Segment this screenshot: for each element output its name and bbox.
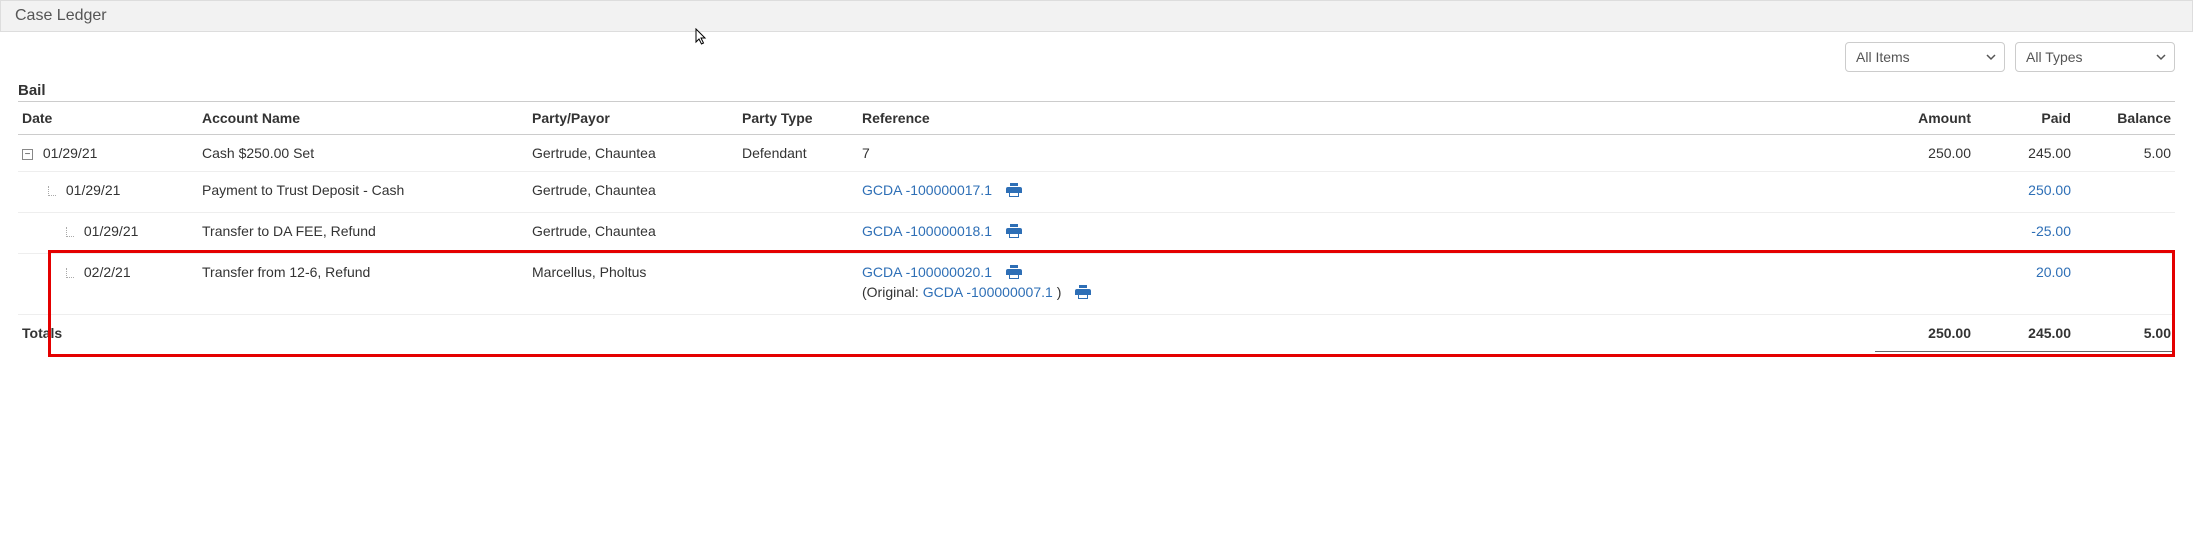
col-balance: Balance: [2075, 102, 2175, 135]
table-row: 01/29/21 Payment to Trust Deposit - Cash…: [18, 172, 2175, 213]
cell-party: Gertrude, Chauntea: [528, 213, 738, 254]
original-label: (Original:: [862, 284, 919, 300]
col-date: Date: [18, 102, 198, 135]
totals-row: Totals 250.00 245.00 5.00: [18, 315, 2175, 354]
cell-date: 01/29/21: [66, 182, 121, 198]
col-paid: Paid: [1975, 102, 2075, 135]
cell-account: Transfer from 12-6, Refund: [198, 254, 528, 315]
table-header-row: Date Account Name Party/Payor Party Type…: [18, 102, 2175, 135]
table-row: 02/2/21 Transfer from 12-6, Refund Marce…: [18, 254, 2175, 315]
cell-party: Gertrude, Chauntea: [528, 172, 738, 213]
cell-reference: 7: [858, 135, 1875, 172]
reference-link[interactable]: GCDA -100000017.1: [862, 182, 992, 198]
reference-link[interactable]: GCDA -100000020.1: [862, 264, 992, 280]
print-icon[interactable]: [1006, 265, 1022, 279]
col-amount: Amount: [1875, 102, 1975, 135]
cell-date: 01/29/21: [43, 145, 98, 161]
totals-balance: 5.00: [2075, 315, 2175, 354]
collapse-toggle[interactable]: −: [22, 149, 33, 160]
cell-account: Transfer to DA FEE, Refund: [198, 213, 528, 254]
reference-link[interactable]: GCDA -100000018.1: [862, 223, 992, 239]
cell-date: 01/29/21: [84, 223, 139, 239]
cell-account: Cash $250.00 Set: [198, 135, 528, 172]
page-title: Case Ledger: [15, 7, 107, 24]
paid-link[interactable]: -25.00: [2031, 223, 2071, 239]
filter-items-select[interactable]: All Items: [1845, 42, 2005, 72]
paid-link[interactable]: 20.00: [2036, 264, 2071, 280]
col-account: Account Name: [198, 102, 528, 135]
section-title: Bail: [18, 82, 2175, 99]
totals-amount: 250.00: [1875, 315, 1975, 354]
print-icon[interactable]: [1006, 183, 1022, 197]
totals-paid: 245.00: [1975, 315, 2075, 354]
col-party-type: Party Type: [738, 102, 858, 135]
cell-party-type: Defendant: [738, 135, 858, 172]
filter-types-select[interactable]: All Types: [2015, 42, 2175, 72]
cell-party: Marcellus, Pholtus: [528, 254, 738, 315]
original-suffix: ): [1057, 284, 1062, 300]
tree-line-icon: [48, 186, 56, 196]
tree-line-icon: [66, 227, 74, 237]
cell-date: 02/2/21: [84, 264, 131, 280]
cell-party: Gertrude, Chauntea: [528, 135, 738, 172]
table-row: 01/29/21 Transfer to DA FEE, Refund Gert…: [18, 213, 2175, 254]
paid-link[interactable]: 250.00: [2028, 182, 2071, 198]
ledger-table: Date Account Name Party/Payor Party Type…: [18, 101, 2175, 355]
cell-amount: 250.00: [1875, 135, 1975, 172]
print-icon[interactable]: [1075, 285, 1091, 299]
table-row: − 01/29/21 Cash $250.00 Set Gertrude, Ch…: [18, 135, 2175, 172]
totals-label: Totals: [18, 315, 198, 354]
tree-line-icon: [66, 268, 74, 278]
original-reference-link[interactable]: GCDA -100000007.1: [923, 284, 1053, 300]
col-party: Party/Payor: [528, 102, 738, 135]
cell-paid: 245.00: [1975, 135, 2075, 172]
cell-account: Payment to Trust Deposit - Cash: [198, 172, 528, 213]
print-icon[interactable]: [1006, 224, 1022, 238]
cell-balance: 5.00: [2075, 135, 2175, 172]
col-reference: Reference: [858, 102, 1875, 135]
